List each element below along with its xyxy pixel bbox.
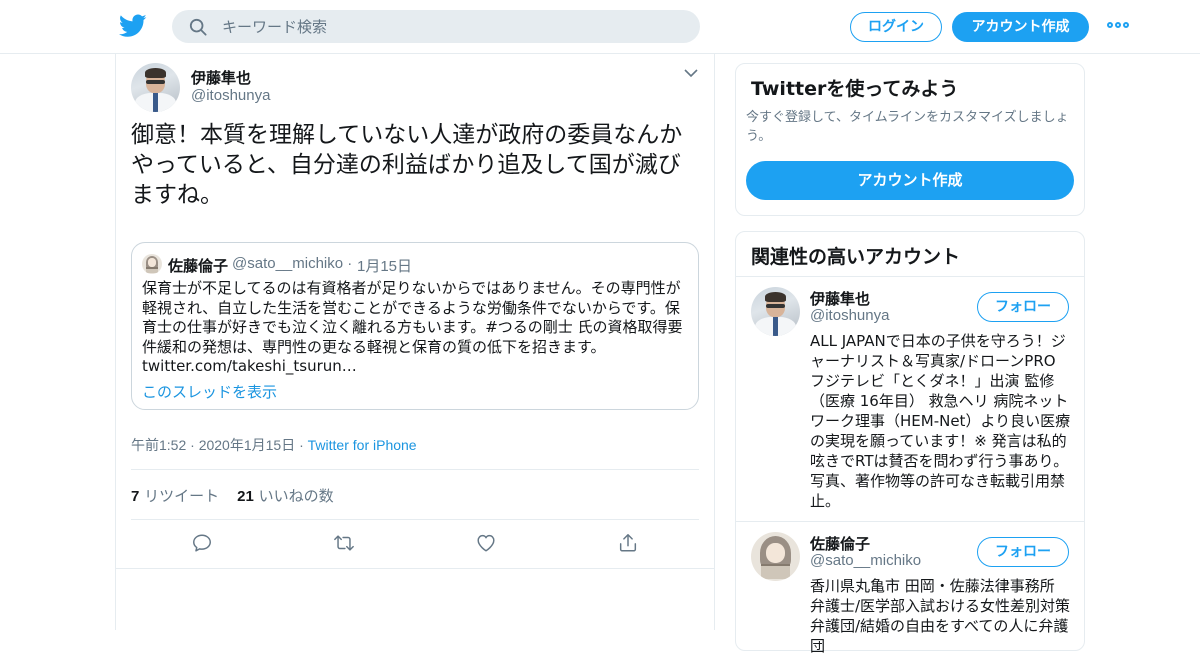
- chevron-down-icon[interactable]: [684, 68, 698, 78]
- signup-card-title: Twitterを使ってみよう: [751, 78, 959, 100]
- account-bio: 香川県丸亀市 田岡・佐藤法律事務所 弁護士/医学部入試おける女性差別対策弁護団/…: [810, 577, 1071, 655]
- account-name[interactable]: 佐藤倫子: [810, 533, 870, 554]
- related-accounts-card: 関連性の高いアカウント 伊藤隼也 @itoshunya フォロー ALL JAP…: [735, 231, 1085, 655]
- retweet-stat[interactable]: 7 リツイート: [131, 487, 219, 505]
- search-icon: [189, 18, 207, 36]
- signup-card-description: 今すぐ登録して、タイムラインをカスタマイズしましょう。: [746, 110, 1069, 144]
- tweet-column: 伊藤隼也 @itoshunya 御意！本質を理解していない人達が政府の委員なんか…: [115, 54, 715, 630]
- quoted-handle-text: @sato__michiko: [232, 255, 344, 272]
- divider: [116, 568, 714, 569]
- quoted-author-avatar: [142, 254, 162, 274]
- author-avatar[interactable]: [131, 63, 180, 112]
- retweet-count: 7: [131, 488, 140, 505]
- author-handle[interactable]: @itoshunya: [191, 87, 270, 104]
- divider: [131, 469, 699, 470]
- like-label: いいねの数: [258, 487, 334, 505]
- like-icon[interactable]: [475, 532, 501, 558]
- tweet-actions: [116, 532, 716, 558]
- like-count: 21: [237, 488, 254, 505]
- tweet-stats: 7 リツイート 21 いいねの数: [131, 485, 334, 506]
- like-stat[interactable]: 21 いいねの数: [237, 487, 333, 505]
- login-button[interactable]: ログイン: [850, 12, 942, 42]
- divider: [736, 276, 1084, 277]
- tweet-meta: 午前1:52 · 2020年1月15日 · Twitter for iPhone: [131, 435, 417, 455]
- quoted-text: 保育士が不足してるのは有資格者が足りないからではありません。その専門性が軽視され…: [142, 279, 683, 375]
- show-thread-link[interactable]: このスレッドを表示: [142, 381, 277, 402]
- share-icon[interactable]: [617, 532, 643, 558]
- quoted-separator: ·: [347, 255, 353, 272]
- quoted-date: 1月15日: [357, 258, 413, 275]
- account-avatar[interactable]: [751, 287, 800, 336]
- more-options-icon[interactable]: [1107, 22, 1129, 30]
- retweet-label: リツイート: [144, 487, 220, 505]
- meta-separator: ·: [299, 437, 304, 453]
- search-input[interactable]: [222, 10, 682, 43]
- top-bar: ログイン アカウント作成: [0, 0, 1200, 54]
- divider: [736, 521, 1084, 522]
- divider: [131, 519, 699, 520]
- quoted-tweet[interactable]: 佐藤倫子 @sato__michiko · 1月15日 保育士が不足してるのは有…: [131, 242, 699, 410]
- quoted-author-name: 佐藤倫子: [168, 257, 229, 275]
- reply-icon[interactable]: [191, 532, 217, 558]
- search-bar[interactable]: [172, 10, 700, 43]
- follow-button[interactable]: フォロー: [977, 292, 1069, 322]
- follow-button[interactable]: フォロー: [977, 537, 1069, 567]
- account-avatar[interactable]: [751, 532, 800, 581]
- twitter-logo-icon[interactable]: [119, 13, 147, 39]
- signup-button[interactable]: アカウント作成: [952, 12, 1089, 42]
- tweet-timestamp[interactable]: 午前1:52 · 2020年1月15日: [131, 437, 295, 453]
- quoted-author-handle: @sato__michiko ·: [232, 255, 352, 272]
- account-handle[interactable]: @itoshunya: [810, 307, 889, 324]
- author-name[interactable]: 伊藤隼也: [191, 67, 251, 88]
- signup-card: Twitterを使ってみよう 今すぐ登録して、タイムラインをカスタマイズしましょ…: [735, 63, 1085, 216]
- signup-card-button[interactable]: アカウント作成: [746, 161, 1074, 200]
- account-name[interactable]: 伊藤隼也: [810, 288, 870, 309]
- account-handle[interactable]: @sato__michiko: [810, 552, 921, 569]
- tweet-text: 御意！本質を理解していない人達が政府の委員なんかやっていると、自分達の利益ばかり…: [131, 122, 683, 208]
- tweet-source-link[interactable]: Twitter for iPhone: [308, 437, 417, 453]
- account-bio: ALL JAPANで日本の子供を守ろう！ジャーナリスト＆写真家/ドローンPRO …: [810, 332, 1071, 510]
- related-accounts-title: 関連性の高いアカウント: [751, 246, 961, 268]
- retweet-icon[interactable]: [333, 532, 359, 558]
